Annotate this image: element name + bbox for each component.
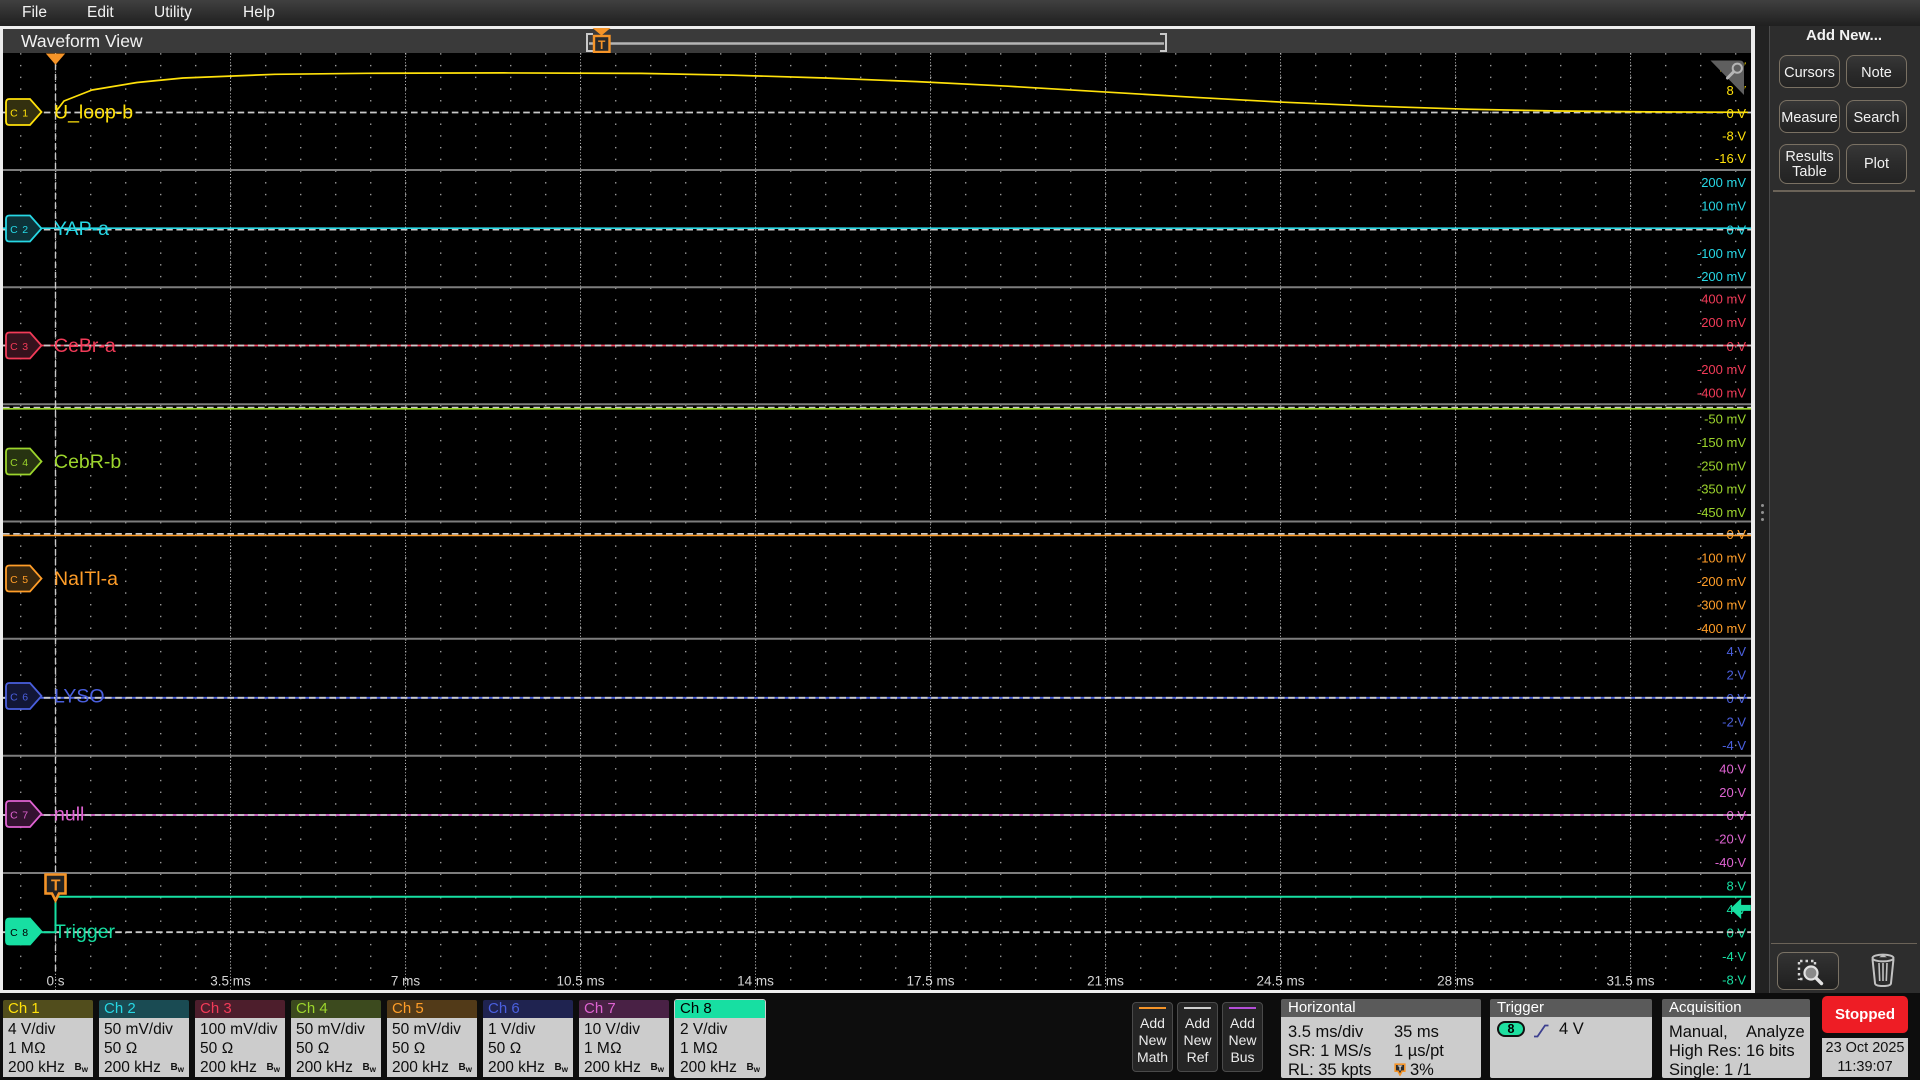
svg-text:CeBr-a: CeBr-a	[54, 335, 116, 357]
svg-text:CebR-b: CebR-b	[54, 451, 121, 473]
svg-text:-8 V: -8 V	[1722, 972, 1746, 987]
svg-text:7 ms: 7 ms	[391, 974, 421, 989]
svg-text:-250 mV: -250 mV	[1697, 458, 1746, 473]
svg-text:2 V: 2 V	[1726, 668, 1746, 683]
svg-text:28 ms: 28 ms	[1437, 974, 1474, 989]
svg-text:-200 mV: -200 mV	[1697, 574, 1746, 589]
svg-text:-100 mV: -100 mV	[1697, 246, 1746, 261]
svg-text:-20 V: -20 V	[1715, 832, 1746, 847]
svg-text:-400 mV: -400 mV	[1697, 385, 1746, 400]
svg-text:8 V: 8 V	[1726, 879, 1746, 894]
svg-text:NaITl-a: NaITl-a	[54, 568, 118, 590]
svg-text:T: T	[51, 878, 61, 895]
svg-text:14 ms: 14 ms	[737, 974, 774, 989]
svg-text:-150 mV: -150 mV	[1697, 435, 1746, 450]
svg-text:-200 mV: -200 mV	[1697, 269, 1746, 284]
svg-text:0 V: 0 V	[1726, 106, 1746, 121]
svg-text:-450 mV: -450 mV	[1697, 505, 1746, 520]
svg-text:U_loop-b: U_loop-b	[54, 102, 133, 124]
svg-text:C 4: C 4	[10, 457, 29, 469]
svg-text:-2 V: -2 V	[1722, 714, 1746, 729]
svg-text:C 6: C 6	[10, 691, 29, 703]
svg-text:17.5 ms: 17.5 ms	[906, 974, 954, 989]
svg-text:21 ms: 21 ms	[1087, 974, 1124, 989]
svg-text:10.5 ms: 10.5 ms	[556, 974, 604, 989]
svg-text:C 1: C 1	[10, 107, 29, 119]
svg-text:T: T	[598, 38, 606, 52]
svg-text:200 mV: 200 mV	[1701, 315, 1746, 330]
svg-text:null: null	[54, 804, 84, 826]
svg-text:Trigger: Trigger	[54, 921, 116, 943]
svg-text:YAP-a: YAP-a	[54, 218, 109, 240]
svg-text:31.5 ms: 31.5 ms	[1606, 974, 1654, 989]
svg-text:-100 mV: -100 mV	[1697, 551, 1746, 566]
svg-text:-300 mV: -300 mV	[1697, 598, 1746, 613]
svg-text:-200 mV: -200 mV	[1697, 362, 1746, 377]
svg-text:-16 V: -16 V	[1715, 151, 1746, 166]
svg-text:-350 mV: -350 mV	[1697, 482, 1746, 497]
svg-text:-8 V: -8 V	[1722, 129, 1746, 144]
svg-text:24.5 ms: 24.5 ms	[1256, 974, 1304, 989]
svg-text:C 3: C 3	[10, 341, 29, 353]
svg-text:-4 V: -4 V	[1722, 949, 1746, 964]
svg-text:C 8: C 8	[10, 927, 29, 939]
svg-text:40 V: 40 V	[1719, 761, 1746, 776]
svg-text:C 5: C 5	[10, 574, 29, 586]
svg-text:20 V: 20 V	[1719, 785, 1746, 800]
svg-text:4 V: 4 V	[1726, 644, 1746, 659]
svg-text:400 mV: 400 mV	[1701, 292, 1746, 307]
svg-text:200 mV: 200 mV	[1701, 175, 1746, 190]
svg-text:0 s: 0 s	[46, 974, 64, 989]
svg-text:C 7: C 7	[10, 809, 29, 821]
svg-text:LYSO: LYSO	[54, 686, 105, 708]
svg-text:C 2: C 2	[10, 224, 29, 236]
svg-text:-400 mV: -400 mV	[1697, 621, 1746, 636]
svg-text:-40 V: -40 V	[1715, 855, 1746, 870]
svg-text:T: T	[1398, 1063, 1403, 1072]
svg-text:-4 V: -4 V	[1722, 738, 1746, 753]
svg-text:-50 mV: -50 mV	[1704, 411, 1746, 426]
svg-text:100 mV: 100 mV	[1701, 199, 1746, 214]
svg-text:3.5 ms: 3.5 ms	[210, 974, 251, 989]
